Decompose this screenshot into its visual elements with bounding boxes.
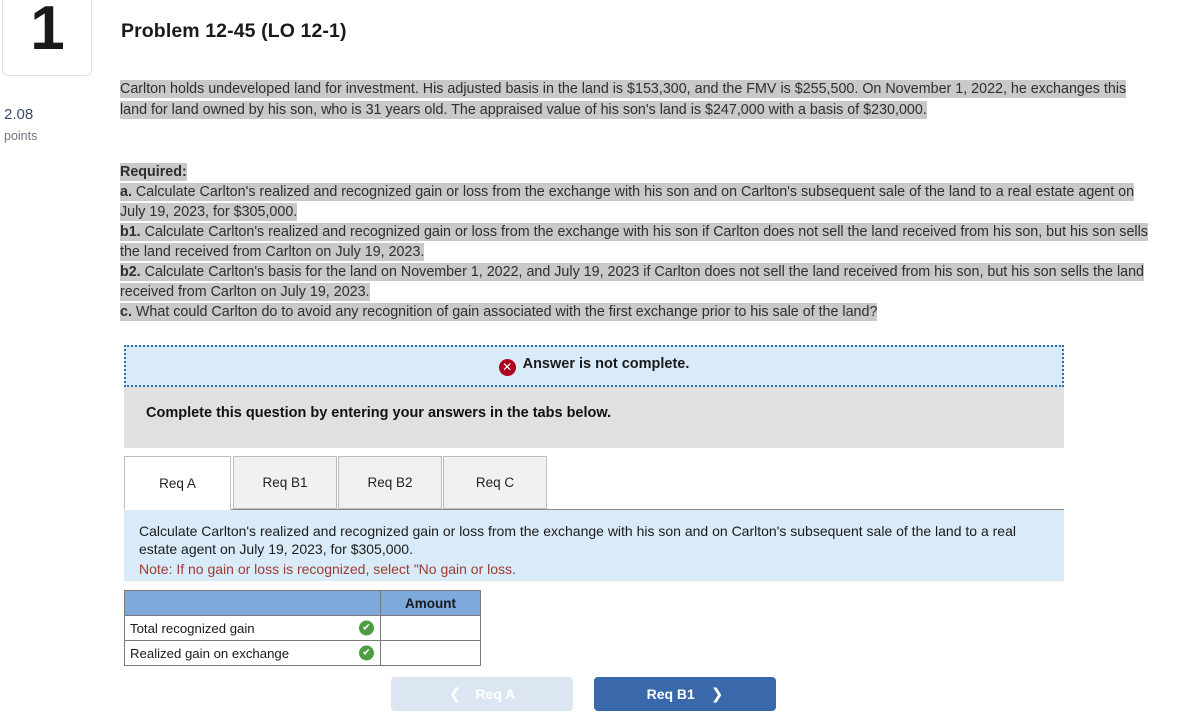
page-title: Problem 12-45 (LO 12-1) [121,20,347,42]
tab-req-b2-label: Req B2 [367,475,413,490]
row-label-text: Total recognized gain [130,620,255,636]
problem-stem: Carlton holds undeveloped land for inves… [120,79,1155,121]
question-main: Problem 12-45 (LO 12-1) Carlton holds un… [120,0,1202,724]
answer-table-amount-header: Amount [380,590,481,616]
requirement-panel-body: Calculate Carlton's realized and recogni… [139,522,1039,578]
prev-requirement-label: Req A [475,686,516,702]
error-x-icon: ✕ [498,359,516,376]
answer-table: Amount Total recognized gain ✔ Realized … [124,590,481,666]
requirement-tabs: Req A Req B1 Req B2 Req C [124,456,1064,510]
question-page: 1 2.08 points Problem 12-45 (LO 12-1) Ca… [0,0,1202,724]
required-item-b2: b2. Calculate Carlton's basis for the la… [120,263,1144,301]
answer-status-text: Answer is not complete. [522,356,690,372]
required-item-c: c. What could Carlton do to avoid any re… [120,303,878,321]
requirement-panel: Calculate Carlton's realized and recogni… [124,509,1064,581]
tab-req-a[interactable]: Req A [124,456,231,510]
answer-status-text-wrap: ✕ Answer is not complete. [498,356,690,376]
table-row: Total recognized gain ✔ [124,615,481,641]
complete-check-icon: ✔ [359,645,374,661]
answer-table-label-header [124,590,381,616]
instruction-strip: Complete this question by entering your … [124,387,1064,448]
tab-req-b2[interactable]: Req B2 [338,456,442,509]
chevron-right-icon: ❯ [710,685,724,703]
requirement-panel-text: Calculate Carlton's realized and recogni… [139,523,1016,557]
instruction-text: Complete this question by entering your … [146,405,612,421]
row-label-realized-gain-on-exchange: Realized gain on exchange ✔ [124,640,381,666]
next-requirement-button[interactable]: Req B1 ❯ [594,677,776,711]
required-heading: Required: [120,163,187,181]
tab-req-b1[interactable]: Req B1 [233,456,337,509]
row-label-total-recognized-gain: Total recognized gain ✔ [124,615,381,641]
prev-requirement-button[interactable]: ❮ Req A [391,677,573,711]
next-requirement-label: Req B1 [646,686,695,702]
chevron-left-icon: ❮ [448,685,462,703]
question-number-box: 1 [2,0,92,76]
points-label: points [4,129,38,143]
tab-req-a-label: Req A [159,475,196,491]
tab-req-c-label: Req C [475,475,515,490]
row-amount-total-recognized-gain[interactable] [380,615,481,641]
complete-check-icon: ✔ [359,620,374,636]
answer-table-header-row: Amount [124,590,481,616]
tab-req-c[interactable]: Req C [443,456,547,509]
tab-req-b1-label: Req B1 [262,475,308,490]
problem-stem-text: Carlton holds undeveloped land for inves… [120,80,1127,119]
required-item-a: a. Calculate Carlton's realized and reco… [120,183,1135,221]
required-item-b1: b1. Calculate Carlton's realized and rec… [120,223,1148,261]
answer-table-body: Total recognized gain ✔ Realized gain on… [124,615,481,666]
answer-status-banner: ✕ Answer is not complete. [124,345,1064,387]
answer-table-head: Amount [124,590,481,616]
table-row: Realized gain on exchange ✔ [124,640,481,666]
required-section: Required: a. Calculate Carlton's realize… [120,162,1155,322]
row-label-text: Realized gain on exchange [130,645,290,661]
row-amount-realized-gain-on-exchange[interactable] [380,640,481,666]
question-number: 1 [30,0,64,63]
requirement-panel-note: Note: If no gain or loss is recognized, … [139,561,516,577]
points-value: 2.08 [4,106,34,123]
